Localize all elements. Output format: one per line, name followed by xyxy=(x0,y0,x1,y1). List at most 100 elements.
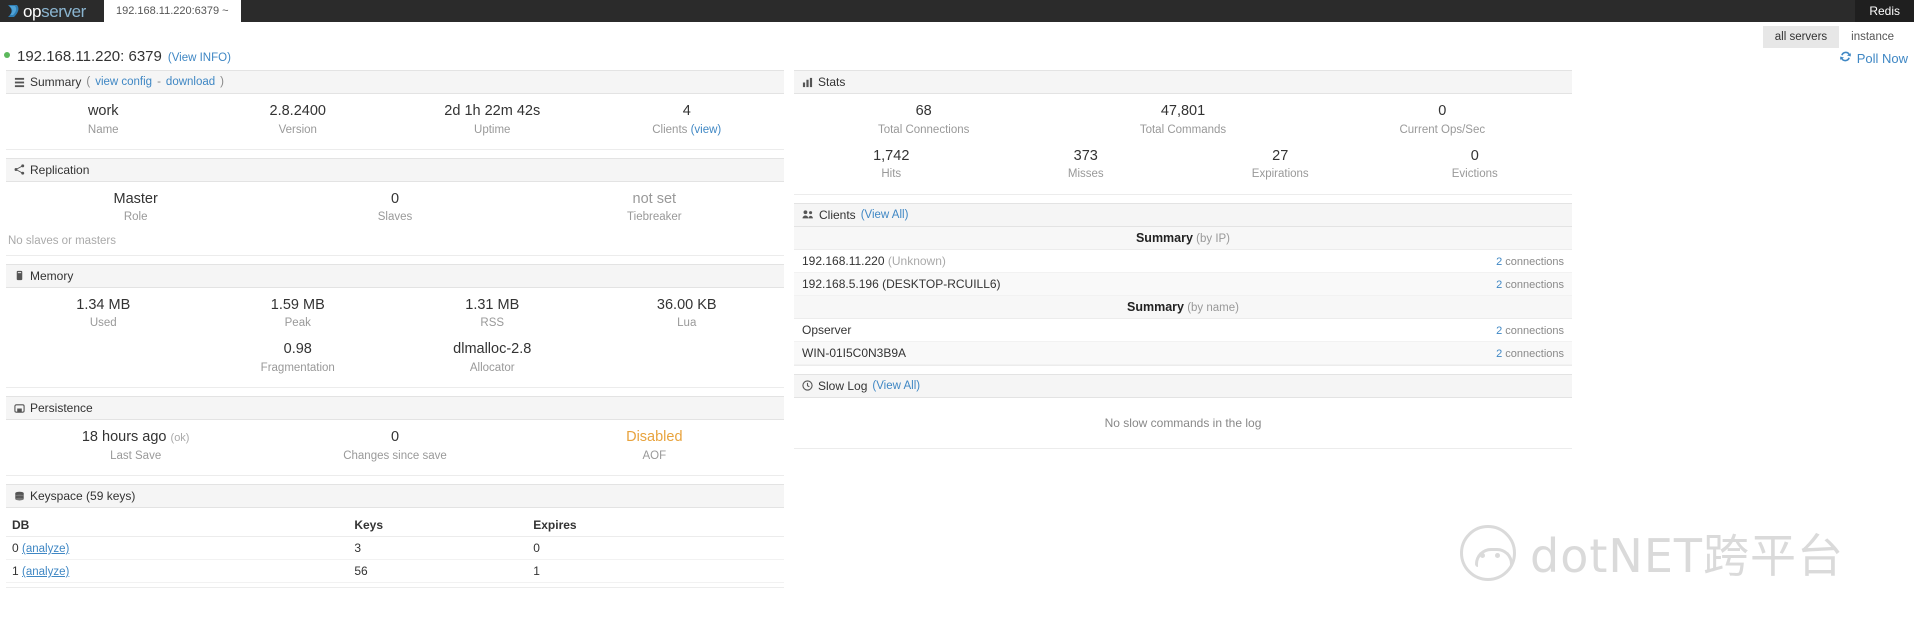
view-tabs: all servers instance xyxy=(1762,26,1906,48)
metric-misses: 373 Misses xyxy=(989,145,1184,190)
metric-version: 2.8.2400 Version xyxy=(201,100,396,145)
client-ip: 192.168.5.196 (DESKTOP-RCUILL6) xyxy=(802,276,1001,291)
metric-used-label: Used xyxy=(89,317,117,330)
instance-header: 192.168.11.220: 6379 (View INFO) Poll No… xyxy=(0,48,1914,70)
client-ip: 192.168.11.220 xyxy=(802,253,888,268)
summary-panel-body: work Name 2.8.2400 Version 2d 1h 22m 42s… xyxy=(6,94,784,150)
metric-expirations-label: Expirations xyxy=(1251,168,1309,181)
navbar-right-group: Redis xyxy=(1855,0,1914,22)
keyspace-col-expires: Expires xyxy=(527,514,784,538)
share-icon xyxy=(14,164,25,175)
clients-summary-header-name: Summary (by name) xyxy=(794,295,1572,319)
analyze-link[interactable]: (analyze) xyxy=(22,543,69,555)
metric-evictions-value: 0 xyxy=(1470,147,1479,164)
metric-expirations: 27 Expirations xyxy=(1183,145,1378,190)
persistence-panel-body: 18 hours ago (ok) Last Save 0 Changes si… xyxy=(6,420,784,477)
list-icon xyxy=(14,77,25,88)
view-config-link[interactable]: view config xyxy=(95,76,152,88)
brand-logo-link[interactable]: opserver xyxy=(0,0,96,22)
client-name-cell: 192.168.11.220 (Unknown) xyxy=(794,249,1342,273)
metric-changes-label: Changes since save xyxy=(343,449,447,462)
clients-view-link[interactable]: (view) xyxy=(691,124,722,136)
instance-selector-tab[interactable]: 192.168.11.220:6379 ~ xyxy=(103,0,241,22)
replication-metrics: Master Role 0 Slaves not set Tiebreaker xyxy=(6,188,784,233)
metric-tiebreaker-label: Tiebreaker xyxy=(627,211,682,224)
clients-summary-name-cell: Summary (by name) xyxy=(794,295,1572,319)
metric-peak-label: Peak xyxy=(284,317,311,330)
metric-name: work Name xyxy=(6,100,201,145)
metric-clients: 4 Clients (view) xyxy=(590,100,785,145)
metric-total-commands: 47,801 Total Commands xyxy=(1053,100,1312,145)
persistence-panel: Persistence 18 hours ago (ok) Last Save … xyxy=(6,396,784,477)
metric-rss-value: 1.31 MB xyxy=(465,296,520,313)
metric-fragmentation: 0.98 Fragmentation xyxy=(201,338,396,383)
summary-paren-open: ( xyxy=(86,76,91,88)
keyspace-table: DB Keys Expires 0 (analyze) 3 0 1 (analy… xyxy=(6,514,784,584)
metric-clients-label-text: Clients xyxy=(652,123,691,136)
summary-paren-close: ) xyxy=(220,76,224,88)
metric-rss-label: RSS xyxy=(480,317,505,330)
metric-fragmentation-label: Fragmentation xyxy=(260,362,335,374)
client-connection-unit: connections xyxy=(1502,347,1564,360)
replication-panel-header: Replication xyxy=(6,157,784,182)
poll-now-button[interactable]: Poll Now xyxy=(1839,50,1908,66)
analyze-link[interactable]: (analyze) xyxy=(22,566,69,578)
client-name-cell: 192.168.5.196 (DESKTOP-RCUILL6) xyxy=(794,272,1342,296)
replication-panel-body: Master Role 0 Slaves not set Tiebreaker … xyxy=(6,182,784,256)
download-config-link[interactable]: download xyxy=(166,76,215,88)
client-connections-cell: 2 connections xyxy=(1342,341,1572,365)
clock-icon xyxy=(802,380,813,391)
metric-aof-value: Disabled xyxy=(626,429,683,446)
metric-allocator-value: dlmalloc-2.8 xyxy=(453,341,532,358)
page-title: 192.168.11.220: 6379 xyxy=(17,48,162,65)
metric-aof: Disabled AOF xyxy=(525,426,784,471)
clients-by-ip-table: Summary (by IP) 192.168.11.220 (Unknown)… xyxy=(794,226,1572,365)
metric-evictions-label: Evictions xyxy=(1451,168,1498,181)
memory-panel: Memory 1.34 MB Used 1.59 MB Peak 1.31 MB… xyxy=(6,263,784,389)
top-navbar: opserver 192.168.11.220:6379 ~ Redis xyxy=(0,0,1914,22)
client-connection-unit: connections xyxy=(1502,324,1564,337)
nav-item-redis[interactable]: Redis xyxy=(1855,0,1914,22)
table-row: 0 (analyze) 3 0 xyxy=(6,536,784,561)
metric-version-value: 2.8.2400 xyxy=(269,103,326,119)
chart-icon xyxy=(802,77,813,88)
metric-peak: 1.59 MB Peak xyxy=(201,294,396,339)
metric-total-connections: 68 Total Connections xyxy=(794,100,1053,145)
metric-hits-label: Hits xyxy=(881,168,902,181)
stats-panel-header: Stats xyxy=(794,70,1572,94)
metric-tiebreaker-value: not set xyxy=(632,190,677,207)
metric-peak-value: 1.59 MB xyxy=(270,296,325,313)
clients-panel-title: Clients xyxy=(819,207,856,222)
opserver-logo-icon xyxy=(6,3,22,19)
memory-panel-body: 1.34 MB Used 1.59 MB Peak 1.31 MB RSS 36… xyxy=(6,288,784,389)
persistence-panel-header: Persistence xyxy=(6,396,784,421)
client-connection-unit: connections xyxy=(1502,255,1564,268)
slow-log-view-all-link[interactable]: (View All) xyxy=(872,380,920,392)
keyspace-keys-cell: 56 xyxy=(348,559,528,584)
metric-lua-label: Lua xyxy=(677,317,697,330)
metric-slaves-value: 0 xyxy=(390,190,400,207)
metric-tiebreaker: not set Tiebreaker xyxy=(525,188,784,233)
keyspace-panel-title: Keyspace (59 keys) xyxy=(30,489,136,504)
slow-log-panel-title: Slow Log xyxy=(818,378,868,393)
metric-total-connections-label: Total Connections xyxy=(877,123,970,136)
tab-all-servers[interactable]: all servers xyxy=(1762,26,1840,48)
view-info-link[interactable]: (View INFO) xyxy=(168,52,231,64)
brand-server: server xyxy=(41,1,86,21)
metric-misses-value: 373 xyxy=(1073,147,1098,164)
stats-panel-body: 68 Total Connections 47,801 Total Comman… xyxy=(794,94,1572,195)
summary-metrics: work Name 2.8.2400 Version 2d 1h 22m 42s… xyxy=(6,100,784,145)
client-name-cell: WIN-01I5C0N3B9A xyxy=(794,341,1342,365)
clients-summary-header-ip: Summary (by IP) xyxy=(794,226,1572,250)
metric-last-save-text: 18 hours ago xyxy=(81,429,171,446)
brand-op: op xyxy=(23,1,42,21)
tab-instance[interactable]: instance xyxy=(1839,26,1906,48)
clients-view-all-link[interactable]: (View All) xyxy=(861,209,909,221)
dashboard-columns: Summary (view config - download) work Na… xyxy=(0,70,1914,596)
keyspace-db-value: 0 xyxy=(12,541,23,556)
database-icon xyxy=(14,491,25,502)
metric-name-label: Name xyxy=(87,123,119,136)
keyspace-header-row: DB Keys Expires xyxy=(6,514,784,538)
table-row: 1 (analyze) 56 1 xyxy=(6,559,784,584)
keyspace-db-cell: 1 (analyze) xyxy=(6,559,349,584)
